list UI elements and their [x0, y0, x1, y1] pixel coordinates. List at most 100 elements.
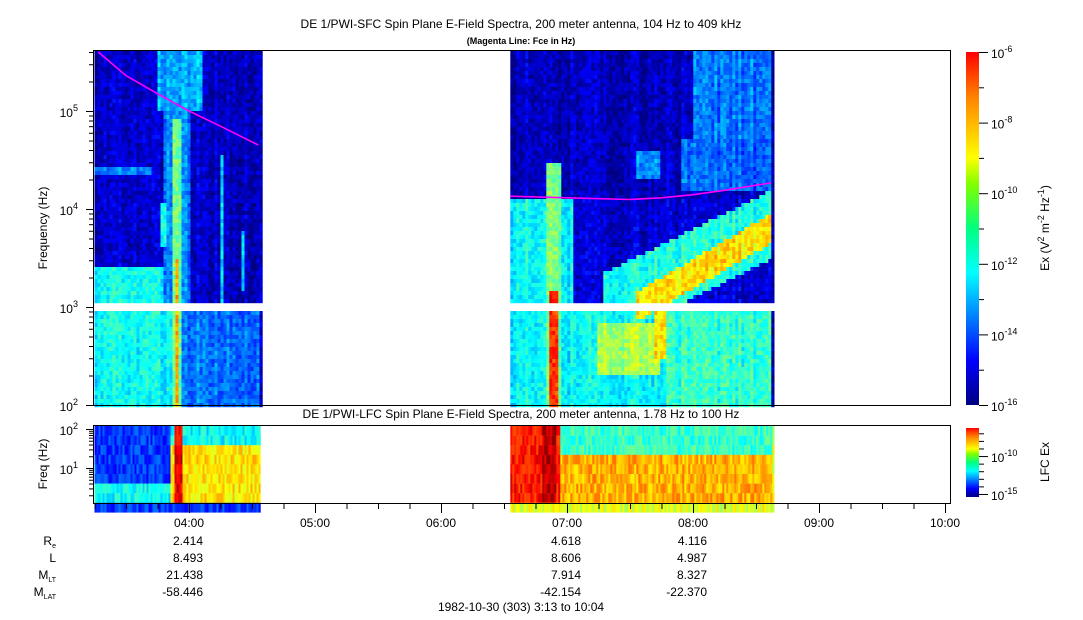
spectrogram-cell — [229, 79, 233, 84]
spectrogram-cell — [145, 323, 149, 328]
spectrogram-cell — [208, 399, 212, 404]
spectrogram-cell — [97, 187, 101, 192]
spectrogram-cell — [259, 79, 263, 84]
spectrogram-cell — [133, 151, 137, 156]
spectrogram-cell — [175, 187, 179, 192]
spectrogram-cell — [510, 279, 514, 284]
spectrogram-cell — [163, 175, 167, 180]
spectrogram-cell — [208, 79, 212, 84]
spectrogram-cell — [160, 187, 164, 192]
spectrogram-cell — [238, 171, 242, 176]
spectrogram-cell — [244, 191, 248, 196]
spectrogram-cell — [136, 103, 140, 108]
spectrogram-cell — [148, 371, 152, 376]
spectrogram-cell — [208, 379, 212, 384]
spectrogram-cell — [142, 103, 146, 108]
spectrogram-cell — [121, 95, 125, 100]
spectrogram-cell — [163, 131, 167, 136]
spectrogram-cell — [232, 391, 236, 396]
spectrogram-cell — [154, 175, 158, 180]
spectrogram-cell — [148, 375, 152, 380]
spectrogram-cell — [163, 383, 167, 388]
spectrogram-cell — [202, 167, 206, 172]
spectrogram-cell — [139, 271, 143, 276]
spectrogram-cell — [208, 167, 212, 172]
spectrogram-cell — [100, 283, 104, 288]
spectrogram-cell — [205, 311, 209, 316]
spectrogram-cell — [169, 59, 173, 64]
spectrogram-cell — [211, 167, 215, 172]
spectrogram-cell — [214, 55, 218, 60]
spectrogram-cell — [220, 135, 224, 140]
spectrogram-cell — [226, 75, 230, 80]
spectrogram-cell — [145, 243, 149, 248]
spectrogram-cell — [247, 83, 251, 88]
spectrogram-cell — [133, 239, 137, 244]
spectrogram-cell — [211, 171, 215, 176]
spectrogram-cell — [166, 67, 170, 72]
spectrogram-cell — [253, 327, 257, 332]
spectrogram-cell — [256, 131, 260, 136]
spectrogram-cell — [229, 391, 233, 396]
spectrogram-cell — [259, 331, 263, 336]
spectrogram-cell — [166, 299, 170, 304]
spectrogram-cell — [187, 331, 191, 336]
spectrogram-cell — [223, 387, 227, 392]
spectrogram-cell — [121, 259, 125, 264]
spectrogram-cell — [136, 63, 140, 68]
spectrogram-cell — [136, 167, 140, 172]
spectrogram-cell — [217, 115, 221, 120]
spectrogram-cell — [121, 159, 125, 164]
spectrogram-cell — [259, 379, 263, 384]
spectrogram-cell — [181, 295, 185, 300]
spectrogram-cell — [154, 259, 158, 264]
spectrogram-cell — [133, 259, 137, 264]
spectrogram-cell — [127, 83, 131, 88]
spectrogram-cell — [121, 327, 125, 332]
spectrogram-cell — [217, 239, 221, 244]
spectrogram-cell — [202, 351, 206, 356]
spectrogram-cell — [145, 395, 149, 400]
spectrogram-cell — [193, 107, 197, 112]
spectrogram-cell — [133, 387, 137, 392]
spectrogram-cell — [202, 243, 206, 248]
spectrogram-cell — [223, 167, 227, 172]
spectrogram-cell — [151, 355, 155, 360]
spectrogram-cell — [166, 231, 170, 236]
spectrogram-cell — [130, 167, 134, 172]
spectrogram-cell — [94, 135, 98, 140]
spectrogram-cell — [510, 59, 514, 64]
spectrogram-cell — [106, 371, 110, 376]
spectrogram-cell — [226, 151, 230, 156]
spectrogram-cell — [109, 323, 113, 328]
spectrogram-cell — [148, 119, 152, 124]
spectrogram-cell — [169, 235, 173, 240]
spectrogram-cell — [181, 271, 185, 276]
spectrogram-cell — [241, 395, 245, 400]
spectrogram-cell — [193, 247, 197, 252]
spectrogram-cell — [199, 199, 203, 204]
spectrogram-cell — [220, 359, 224, 364]
spectrogram-cell — [94, 363, 98, 368]
spectrogram-cell — [259, 255, 263, 260]
spectrogram-cell — [163, 139, 167, 144]
spectrogram-cell — [100, 231, 104, 236]
spectrogram-cell — [223, 279, 227, 284]
spectrogram-cell — [220, 147, 224, 152]
spectrogram-cell — [181, 347, 185, 352]
spectrogram-cell — [241, 399, 245, 404]
spectrogram-cell — [124, 327, 128, 332]
spectrogram-cell — [229, 223, 233, 228]
spectrogram-cell — [115, 355, 119, 360]
spectrogram-cell — [196, 331, 200, 336]
spectrogram-cell — [238, 223, 242, 228]
spectrogram-cell — [97, 291, 101, 296]
spectrogram-cell — [202, 95, 206, 100]
spectrogram-cell — [172, 159, 176, 164]
spectrogram-cell — [178, 251, 182, 256]
spectrogram-cell — [244, 91, 248, 96]
spectrogram-cell — [202, 247, 206, 252]
spectrogram-cell — [139, 235, 143, 240]
spectrogram-cell — [181, 363, 185, 368]
spectrogram-cell — [259, 271, 263, 276]
